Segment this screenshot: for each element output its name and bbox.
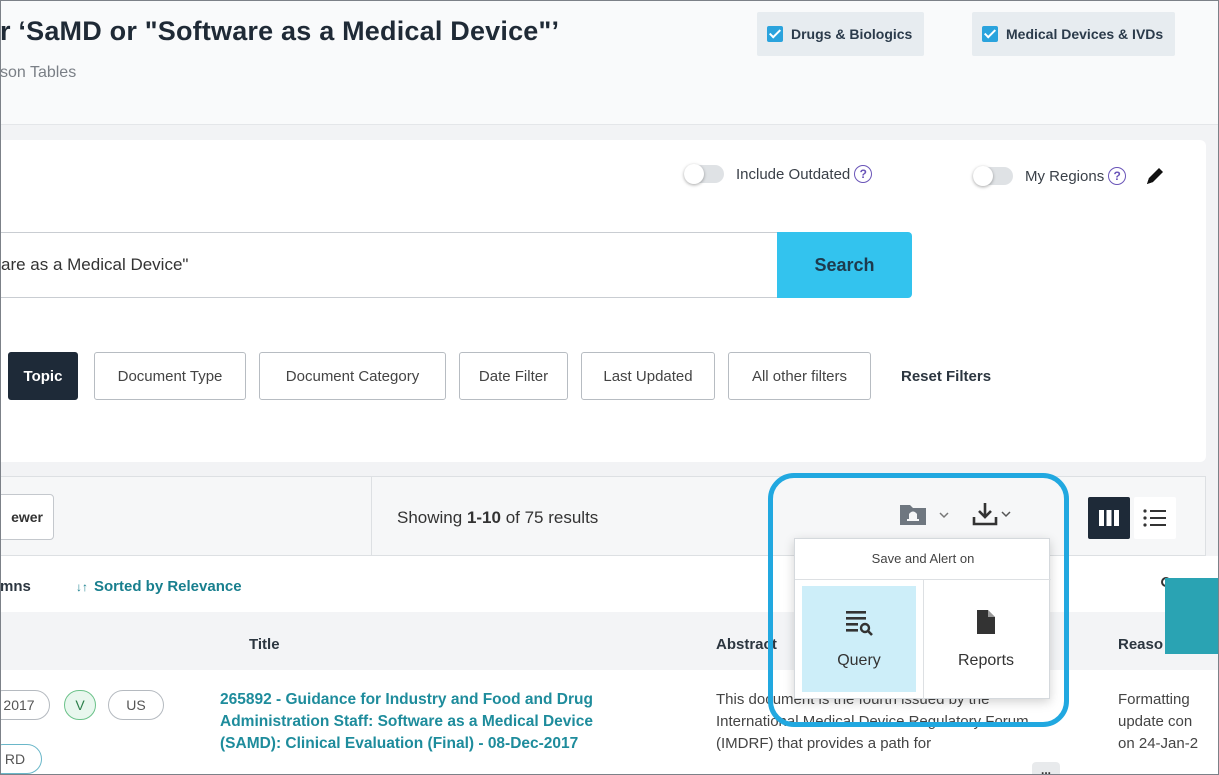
include-outdated-toggle[interactable] (684, 164, 724, 184)
highlight-annotation-ring (768, 473, 1069, 727)
filter-topic-button[interactable]: Topic (8, 352, 78, 400)
side-panel-tab[interactable] (1165, 578, 1219, 654)
date-pill: 2017 (0, 690, 50, 720)
search-button[interactable]: Search (777, 232, 912, 298)
filter-date-button[interactable]: Date Filter (459, 352, 568, 400)
help-icon[interactable]: ? (854, 165, 873, 183)
pencil-edit-icon[interactable] (1144, 165, 1166, 187)
my-regions-control: My Regions ? (973, 165, 1166, 187)
filter-document-type-button[interactable]: Document Type (94, 352, 246, 400)
result-title-link[interactable]: 265892 - Guidance for Industry and Food … (220, 689, 640, 755)
checkbox-label: Drugs & Biologics (791, 26, 913, 42)
sort-label: Sorted by Relevance (94, 578, 242, 595)
list-view-toggle[interactable] (1134, 497, 1176, 539)
search-input[interactable]: are as a Medical Device" (0, 232, 778, 298)
reason-line: Formatting (1118, 691, 1190, 708)
column-view-toggle[interactable] (1088, 497, 1130, 539)
help-icon[interactable]: ? (1108, 167, 1127, 185)
sort-by-link[interactable]: ↓↑ Sorted by Relevance (76, 578, 242, 595)
include-outdated-label: Include Outdated (736, 165, 851, 183)
filter-last-updated-button[interactable]: Last Updated (581, 352, 715, 400)
showing-suffix: of 75 results (500, 508, 599, 527)
my-regions-toggle[interactable] (973, 166, 1013, 186)
list-icon (1143, 509, 1166, 527)
showing-range: 1-10 (466, 508, 501, 527)
checkbox-checked-icon (767, 26, 783, 42)
checkbox-label: Medical Devices & IVDs (1006, 26, 1164, 42)
divider (371, 477, 372, 555)
result-reason: Formatting update con on 24-Jan-2 (1118, 689, 1219, 755)
column-header-reason[interactable]: Reaso (1118, 636, 1163, 653)
column-header-title[interactable]: Title (249, 636, 280, 653)
columns-icon (1099, 510, 1119, 526)
include-outdated-control: Include Outdated ? (684, 164, 873, 184)
showing-prefix: Showing (397, 508, 467, 527)
columns-link[interactable]: mns (0, 578, 31, 595)
reason-line: update con (1118, 713, 1193, 730)
my-regions-label: My Regions (1025, 167, 1105, 185)
search-panel (0, 140, 1206, 462)
filter-all-other-button[interactable]: All other filters (728, 352, 871, 400)
status-pill: RD (0, 744, 42, 774)
region-pill: US (108, 690, 164, 720)
more-button[interactable]: ... (1032, 762, 1060, 775)
filter-document-category-button[interactable]: Document Category (259, 352, 446, 400)
toggle-knob (684, 164, 704, 184)
results-count: Showing 1-10 of 75 results (397, 508, 598, 528)
medical-devices-checkbox[interactable]: Medical Devices & IVDs (972, 12, 1176, 56)
drugs-biologics-checkbox[interactable]: Drugs & Biologics (757, 12, 925, 56)
viewer-button[interactable]: ewer (0, 494, 54, 540)
checkbox-checked-icon (982, 26, 998, 42)
reset-filters-link[interactable]: Reset Filters (901, 368, 991, 385)
sort-icon: ↓↑ (76, 580, 88, 594)
search-query-text: are as a Medical Device" (1, 255, 189, 274)
version-pill: V (64, 690, 96, 720)
reason-line: on 24-Jan-2 (1118, 735, 1199, 752)
page-subtitle: son Tables (0, 64, 77, 81)
toggle-knob (973, 166, 993, 186)
page-title: r ‘SaMD or "Software as a Medical Device… (0, 16, 560, 46)
